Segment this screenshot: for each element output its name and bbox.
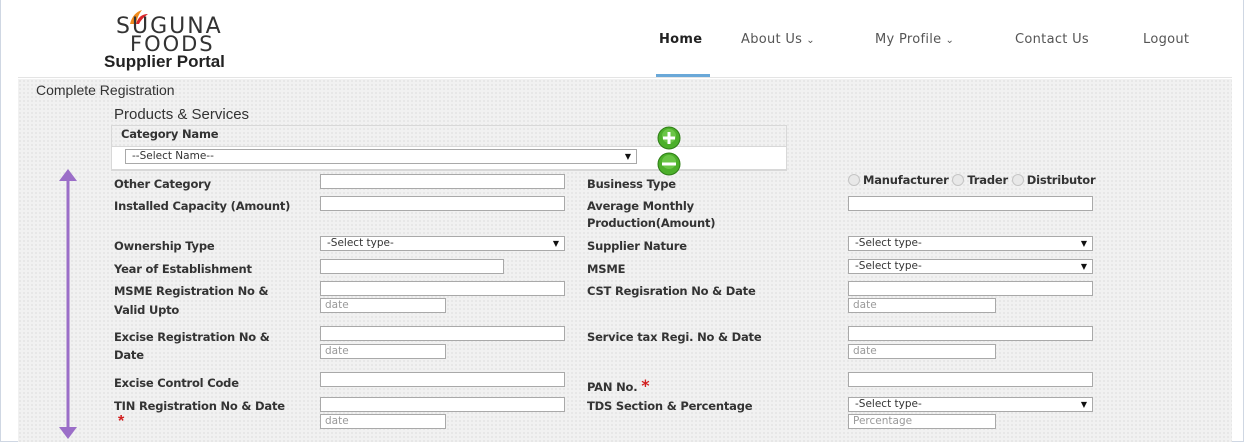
label-msme: MSME [587, 262, 626, 276]
logo[interactable]: SUGUNA FOODS Supplier Portal [104, 10, 294, 72]
dropdown-arrow-icon: ▼ [624, 152, 631, 161]
supplier-nature-select-value: -Select type- [855, 237, 922, 249]
radio-circle-icon [952, 174, 965, 186]
label-ownership-type: Ownership Type [114, 239, 215, 253]
label-msme-reg-line1: MSME Registration No & [114, 284, 269, 298]
nav-logout[interactable]: Logout [1143, 32, 1189, 47]
chevron-down-icon: ⌄ [945, 35, 955, 46]
label-installed-capacity: Installed Capacity (Amount) [114, 199, 291, 213]
excise-reg-date-input[interactable]: date [320, 344, 446, 359]
label-cst-registration: CST Regisration No & Date [587, 284, 756, 298]
logo-line-3: Supplier Portal [104, 52, 225, 71]
other-category-input[interactable] [320, 174, 565, 189]
radio-trader-label: Trader [967, 173, 1008, 187]
tin-reg-no-input[interactable] [320, 397, 565, 412]
dropdown-arrow-icon: ▼ [552, 239, 559, 248]
excise-reg-no-input[interactable] [320, 326, 565, 341]
required-asterisk: * [118, 413, 125, 430]
label-excise-control-code: Excise Control Code [114, 376, 239, 390]
label-tin-registration: TIN Registration No & Date [114, 399, 285, 413]
radio-distributor-label: Distributor [1026, 173, 1096, 187]
tds-select-value: -Select type- [855, 398, 922, 410]
nav-my-profile-label: My Profile [875, 32, 942, 47]
label-excise-reg-line1: Excise Registration No & [114, 330, 270, 344]
ownership-select-value: -Select type- [327, 237, 394, 249]
required-asterisk: * [641, 376, 650, 395]
nav-about-us[interactable]: About Us ⌄ [741, 32, 815, 47]
cst-reg-date-input[interactable]: date [848, 298, 996, 313]
label-business-type: Business Type [587, 177, 676, 191]
label-avg-monthly-line1: Average Monthly [587, 199, 694, 213]
category-name-header: Category Name [121, 127, 219, 141]
installed-capacity-input[interactable] [320, 196, 565, 211]
page-title: Complete Registration [36, 82, 175, 98]
label-pan-no-text: PAN No. [587, 380, 638, 394]
label-msme-reg-line2: Valid Upto [114, 303, 180, 317]
ownership-type-select[interactable]: -Select type- ▼ [320, 236, 565, 251]
service-tax-no-input[interactable] [848, 326, 1093, 341]
tds-section-select[interactable]: -Select type- ▼ [848, 397, 1093, 412]
radio-trader[interactable]: Trader [952, 173, 1008, 187]
label-pan-no: PAN No. * [587, 376, 650, 395]
nav-my-profile[interactable]: My Profile ⌄ [875, 32, 954, 47]
nav-active-indicator [656, 74, 710, 77]
radio-circle-icon [848, 174, 860, 186]
label-supplier-nature: Supplier Nature [587, 239, 687, 253]
category-select-value: --Select Name-- [132, 150, 214, 162]
vertical-double-arrow-icon [59, 169, 77, 439]
radio-manufacturer-label: Manufacturer [863, 173, 949, 187]
chevron-down-icon: ⌄ [806, 35, 815, 46]
service-tax-date-input[interactable]: date [848, 344, 996, 359]
label-year-establishment: Year of Establishment [114, 262, 252, 276]
dropdown-arrow-icon: ▼ [1080, 239, 1087, 248]
dropdown-arrow-icon: ▼ [1080, 262, 1087, 271]
supplier-nature-select[interactable]: -Select type- ▼ [848, 236, 1093, 251]
avg-monthly-production-input[interactable] [848, 196, 1093, 211]
label-service-tax: Service tax Regi. No & Date [587, 330, 762, 344]
dropdown-arrow-icon: ▼ [1080, 400, 1087, 409]
label-excise-reg-line2: Date [114, 348, 144, 362]
business-type-radio-group: Manufacturer Trader Distributor [848, 173, 1096, 187]
label-other-category: Other Category [114, 177, 211, 191]
pan-no-input[interactable] [848, 372, 1093, 387]
radio-circle-icon [1011, 174, 1024, 186]
category-name-select[interactable]: --Select Name-- ▼ [125, 149, 637, 164]
category-buttons [657, 126, 681, 176]
label-tds-section: TDS Section & Percentage [587, 399, 753, 413]
nav-home[interactable]: Home [659, 32, 702, 47]
minus-circle-icon[interactable] [657, 152, 681, 176]
tds-percentage-input[interactable]: Percentage [848, 414, 996, 429]
plus-circle-icon[interactable] [657, 126, 681, 150]
excise-control-code-input[interactable] [320, 372, 565, 387]
msme-select[interactable]: -Select type- ▼ [848, 259, 1093, 274]
radio-distributor[interactable]: Distributor [1011, 173, 1096, 187]
year-establishment-input[interactable] [320, 259, 504, 274]
tin-reg-date-input[interactable]: date [320, 414, 446, 429]
label-avg-monthly-line2: Production(Amount) [587, 216, 716, 230]
msme-select-value: -Select type- [855, 260, 922, 272]
radio-manufacturer[interactable]: Manufacturer [848, 173, 949, 187]
nav-contact-us[interactable]: Contact Us [1015, 32, 1089, 47]
nav-about-us-label: About Us [741, 32, 803, 47]
msme-reg-no-input[interactable] [320, 281, 565, 296]
section-title: Products & Services [114, 106, 250, 123]
msme-valid-upto-input[interactable]: date [320, 298, 446, 313]
cst-reg-no-input[interactable] [848, 281, 1093, 296]
